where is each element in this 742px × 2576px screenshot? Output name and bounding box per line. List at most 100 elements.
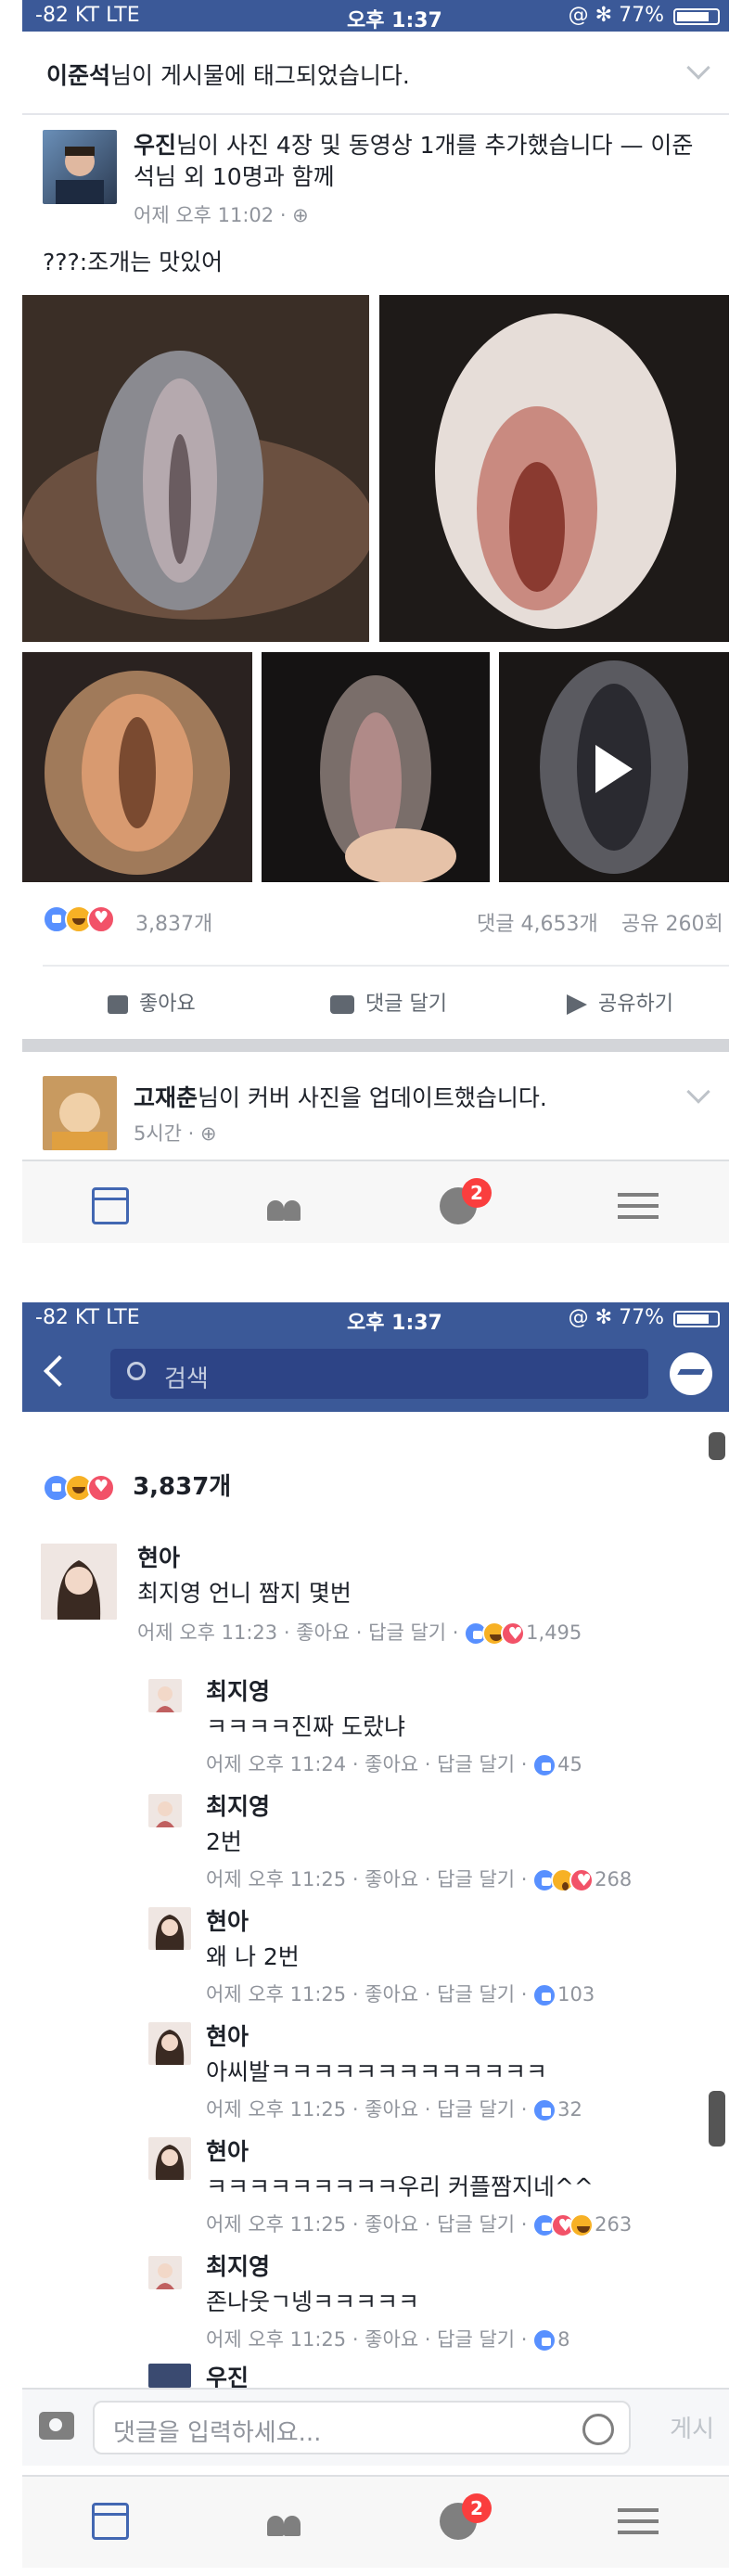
reactions-header-count: 3,837개	[133, 1473, 232, 1501]
comment-meta-text[interactable]: 어제 오후 11:23 · 좋아요 · 답글 달기 ·	[137, 1621, 458, 1644]
reply-avatar[interactable]	[148, 2022, 191, 2065]
chevron-down-icon[interactable]	[686, 56, 710, 80]
friends-tab-icon[interactable]	[265, 1187, 302, 1224]
notifications-globe-icon[interactable]: 2	[440, 2493, 492, 2540]
bottom-tab-bar: 2	[22, 1160, 729, 1243]
tagger-name[interactable]: 이준석	[46, 62, 110, 89]
photo-4[interactable]	[262, 652, 490, 882]
next-post-timestamp[interactable]: 5시간 · ⊕	[134, 1119, 217, 1147]
news-feed-tab-icon[interactable]	[92, 2503, 129, 2540]
post-comment-button[interactable]: 게시	[670, 2410, 714, 2444]
reply-avatar[interactable]	[148, 1907, 191, 1950]
news-feed-tab-icon[interactable]	[92, 1187, 129, 1224]
comment-count[interactable]: 댓글 4,653개	[477, 907, 598, 937]
chevron-down-icon[interactable]	[686, 1080, 710, 1104]
reply-meta-text[interactable]: 어제 오후 11:25 · 좋아요 · 답글 달기 ·	[206, 1983, 527, 2006]
tag-notification[interactable]: 이준석님이 게시물에 태그되었습니다.	[22, 32, 729, 115]
reply-avatar-face	[155, 2030, 185, 2065]
battery-icon	[673, 8, 720, 25]
reply-reaction-count[interactable]: 45	[557, 1753, 582, 1775]
reactions-header[interactable]: 3,837개	[43, 1467, 231, 1502]
play-icon[interactable]	[595, 745, 633, 793]
post-caption: ???:조개는 맛있어	[43, 249, 224, 276]
love-reaction-icon	[569, 1868, 595, 1892]
reply-avatar[interactable]	[148, 2364, 191, 2388]
share-button[interactable]: 공유하기	[567, 987, 673, 1017]
friends-tab-icon[interactable]	[265, 2503, 302, 2540]
comment-composer: 댓글을 입력하세요... 게시	[22, 2388, 729, 2466]
comment-reaction-count[interactable]: 1,495	[526, 1621, 582, 1644]
next-post-author[interactable]: 고재춘	[134, 1084, 198, 1111]
search-input[interactable]: 검색	[110, 1349, 648, 1399]
share-label: 공유하기	[598, 993, 673, 1016]
feed-screenshot: -82 KT LTE 오후 1:37 @ ✻ 77% 이준석님이 게시물에 태그…	[22, 0, 729, 1243]
reaction-icons	[43, 905, 115, 933]
reaction-summary[interactable]: 3,837개 댓글 4,653개 공유 260회	[43, 902, 729, 939]
reply-meta-text[interactable]: 어제 오후 11:25 · 좋아요 · 답글 달기 ·	[206, 2213, 527, 2236]
post-author[interactable]: 우진	[134, 132, 176, 159]
share-arrow-icon	[567, 994, 587, 1015]
comment-label: 댓글 달기	[365, 993, 447, 1016]
reply-reaction-count[interactable]: 103	[557, 1983, 595, 2006]
video-thumbnail[interactable]	[499, 652, 729, 882]
love-reaction-icon	[501, 1621, 526, 1646]
reply-author[interactable]: 최지영	[206, 1788, 270, 1822]
bottom-tab-bar: 2	[22, 2475, 729, 2568]
reply-avatar[interactable]	[148, 2256, 182, 2289]
reply-text: 아씨발ㅋㅋㅋㅋㅋㅋㅋㅋㅋㅋㅋㅋㅋ	[206, 2058, 548, 2085]
photo-3[interactable]	[22, 652, 252, 882]
author-avatar[interactable]	[43, 130, 117, 204]
reply-meta-text[interactable]: 어제 오후 11:24 · 좋아요 · 답글 달기 ·	[206, 1753, 527, 1775]
reply-avatar-face	[155, 1915, 185, 1950]
comment-text: 최지영 언니 짬지 몇번	[137, 1580, 352, 1607]
like-button[interactable]: 좋아요	[108, 987, 196, 1017]
scrollbar-thumb[interactable]	[709, 2091, 725, 2147]
comment-button[interactable]: 댓글 달기	[330, 987, 447, 1017]
next-post-avatar[interactable]	[43, 1076, 117, 1150]
reply-author[interactable]: 현아	[206, 2134, 249, 2167]
reply-author[interactable]: 현아	[206, 1903, 249, 1937]
like-reaction-icon	[532, 1753, 557, 1777]
share-count[interactable]: 공유 260회	[621, 907, 723, 937]
photo-1[interactable]	[22, 295, 369, 642]
top-nav-bar: 검색	[22, 1334, 729, 1412]
reaction-count[interactable]: 3,837개	[135, 907, 212, 937]
status-bar: -82 KT LTE 오후 1:37 @ ✻ 77%	[22, 1302, 729, 1335]
reply-meta-text[interactable]: 어제 오후 11:25 · 좋아요 · 답글 달기 ·	[206, 2328, 527, 2351]
photo-2-image	[435, 314, 676, 629]
emoji-smiley-icon[interactable]	[582, 2414, 614, 2445]
photo-3-image	[45, 671, 230, 875]
camera-icon[interactable]	[39, 2412, 74, 2440]
comment-meta: 어제 오후 11:23 · 좋아요 · 답글 달기 · 1,495	[137, 1618, 582, 1646]
reply-author[interactable]: 최지영	[206, 2249, 270, 2282]
back-arrow-icon[interactable]	[44, 1355, 75, 1387]
reply-avatar[interactable]	[148, 1794, 182, 1827]
photo-2[interactable]	[379, 295, 729, 642]
comment-input[interactable]: 댓글을 입력하세요...	[93, 2401, 631, 2454]
menu-tab-icon[interactable]	[618, 1187, 659, 1224]
reply-reaction-count[interactable]: 263	[595, 2213, 632, 2236]
reply-reaction-count[interactable]: 8	[557, 2328, 569, 2351]
reply-meta-text[interactable]: 어제 오후 11:25 · 좋아요 · 답글 달기 ·	[206, 2098, 527, 2121]
like-label: 좋아요	[139, 993, 196, 1016]
status-bar: -82 KT LTE 오후 1:37 @ ✻ 77%	[22, 0, 729, 32]
post-timestamp[interactable]: 어제 오후 11:02 · ⊕	[134, 200, 309, 228]
reply-author[interactable]: 현아	[206, 2019, 249, 2052]
comment-author[interactable]: 현아	[137, 1540, 180, 1573]
commenter-avatar[interactable]	[41, 1544, 117, 1620]
notifications-globe-icon[interactable]: 2	[440, 1178, 492, 1224]
menu-tab-icon[interactable]	[618, 2503, 659, 2540]
notification-badge: 2	[462, 2493, 492, 2523]
reply-avatar[interactable]	[148, 2137, 191, 2180]
reply-avatar[interactable]	[148, 1679, 182, 1712]
reply-author[interactable]: 최지영	[206, 1673, 270, 1707]
comment-input-placeholder: 댓글을 입력하세요...	[113, 2419, 322, 2447]
reply-meta-text[interactable]: 어제 오후 11:25 · 좋아요 · 답글 달기 ·	[206, 1868, 527, 1890]
reply-reaction-count[interactable]: 268	[595, 1868, 632, 1890]
reply-reaction-count[interactable]: 32	[557, 2098, 582, 2121]
scrollbar[interactable]	[709, 1432, 725, 1460]
reply-meta: 어제 오후 11:25 · 좋아요 · 답글 달기 · 8	[206, 2325, 570, 2352]
carrier-label: -82 KT LTE	[35, 1306, 140, 1329]
next-post-text: 님이 커버 사진을 업데이트했습니다.	[198, 1084, 547, 1111]
messenger-icon[interactable]	[670, 1352, 712, 1395]
